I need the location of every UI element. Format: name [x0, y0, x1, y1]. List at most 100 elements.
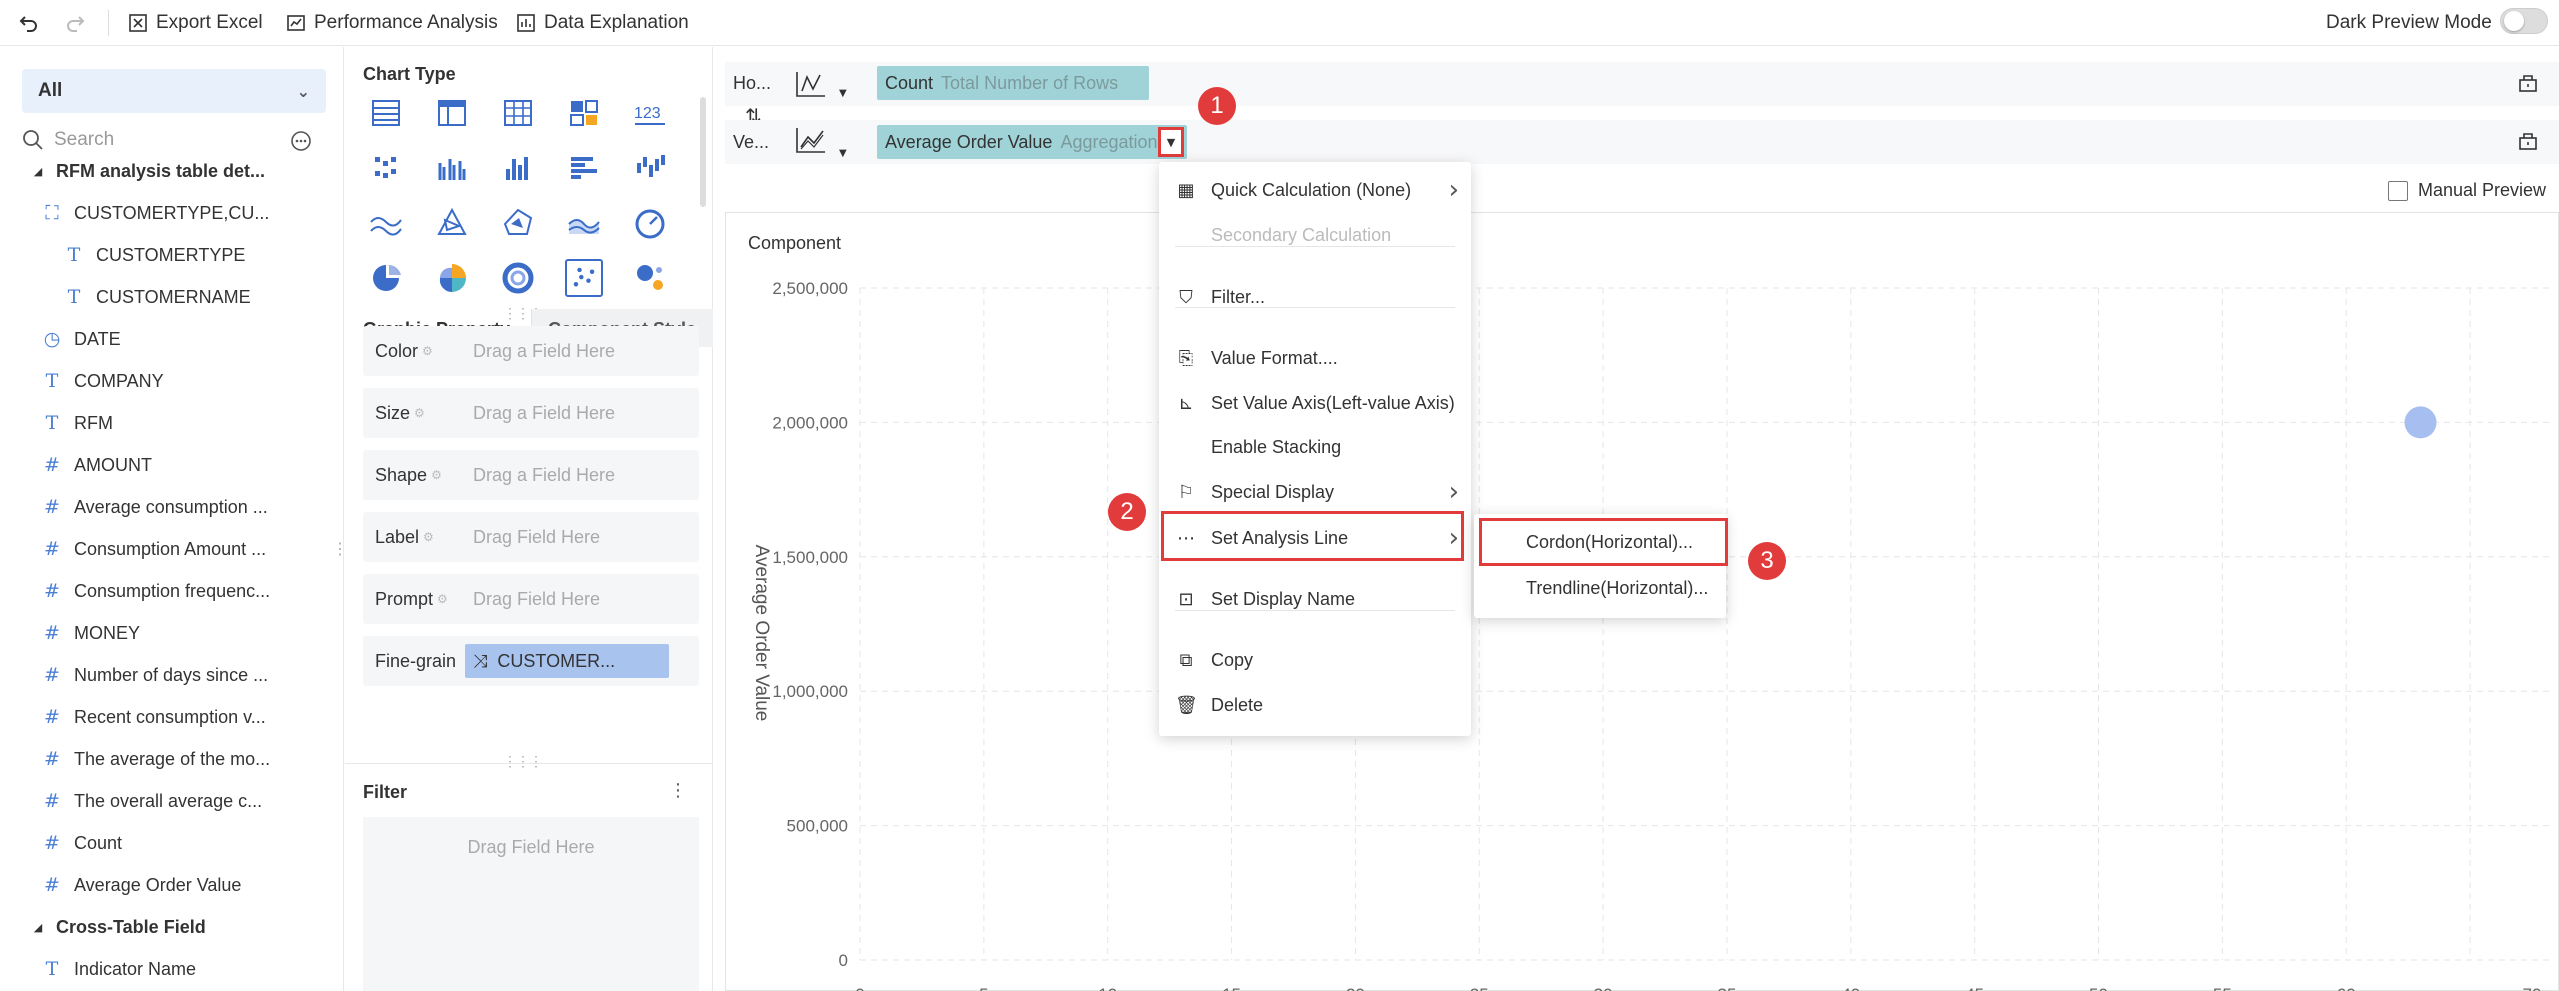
- field-item[interactable]: T Indicator Name: [42, 952, 196, 986]
- data-explanation-button[interactable]: Data Explanation: [516, 8, 689, 38]
- line-chart-icon[interactable]: [367, 204, 405, 242]
- field-item[interactable]: ◢ RFM analysis table det...: [32, 154, 265, 188]
- menu-item[interactable]: ⛉ Filter...: [1159, 277, 1471, 317]
- horizontal-axis-shelf[interactable]: Ho... ▼ Count Total Number of Rows: [725, 62, 2559, 106]
- field-item[interactable]: # Recent consumption v...: [42, 700, 266, 734]
- menu-item[interactable]: 🗑 Delete: [1159, 685, 1471, 725]
- menu-divider: [1175, 246, 1455, 247]
- menu-item[interactable]: ⧉ Copy: [1159, 640, 1471, 680]
- field-search[interactable]: Search: [22, 125, 322, 155]
- field-item[interactable]: # Consumption frequenc...: [42, 574, 270, 608]
- bubble-chart-icon[interactable]: [631, 259, 669, 297]
- export-excel-button[interactable]: Export Excel: [128, 8, 263, 38]
- bar-chart-icon[interactable]: [499, 149, 537, 187]
- field-item[interactable]: T COMPANY: [42, 364, 164, 398]
- vertical-axis-type-dropdown-icon[interactable]: ▼: [839, 148, 847, 159]
- filter-more-icon[interactable]: ⋮: [669, 780, 687, 801]
- vertical-axis-shelf[interactable]: Ve... ▼ Average Order Value Aggregation: [725, 120, 2559, 164]
- field-item[interactable]: ◢ Cross-Table Field: [32, 910, 206, 944]
- vertical-axis-settings-icon[interactable]: [2517, 130, 2539, 157]
- field-item[interactable]: # The overall average c...: [42, 784, 262, 818]
- property-row[interactable]: Size ⚙ Drag a Field Here: [363, 388, 699, 438]
- x-tick-label: 15: [1222, 985, 1241, 991]
- undo-icon[interactable]: [18, 8, 40, 38]
- field-item[interactable]: # Number of days since ...: [42, 658, 268, 692]
- field-item[interactable]: # AMOUNT: [42, 448, 152, 482]
- redo-icon[interactable]: [64, 8, 86, 38]
- property-row[interactable]: Color ⚙ Drag a Field Here: [363, 326, 699, 376]
- more-options-icon[interactable]: [290, 130, 312, 157]
- submenu-item-label: Trendline(Horizontal)...: [1526, 577, 1709, 598]
- grouped-scatter-icon[interactable]: [367, 149, 405, 187]
- field-item[interactable]: # The average of the mo...: [42, 742, 270, 776]
- menu-item[interactable]: ⎘ Value Format....: [1159, 338, 1471, 378]
- field-item[interactable]: ◷ DATE: [42, 322, 121, 356]
- property-label: Shape: [375, 464, 428, 485]
- polar-icon[interactable]: [499, 204, 537, 242]
- detail-table-icon[interactable]: [499, 94, 537, 132]
- manual-preview-checkbox[interactable]: [2388, 180, 2408, 201]
- dark-preview-toggle[interactable]: [2500, 8, 2548, 34]
- submenu-item[interactable]: Trendline(Horizontal)...: [1474, 568, 1726, 608]
- donut-chart-icon[interactable]: [499, 259, 537, 297]
- rose-chart-icon[interactable]: [433, 259, 471, 297]
- property-row[interactable]: Shape ⚙ Drag a Field Here: [363, 450, 699, 500]
- hash-icon: #: [44, 706, 60, 728]
- number-card-icon[interactable]: 123: [631, 94, 669, 132]
- field-item[interactable]: # Average Order Value: [42, 868, 241, 902]
- field-item[interactable]: T CUSTOMERTYPE: [64, 238, 246, 272]
- vertical-axis-type-icon[interactable]: [793, 125, 829, 160]
- table-icon[interactable]: [367, 94, 405, 132]
- hash-icon: #: [44, 664, 60, 686]
- property-settings-icon[interactable]: ⚙: [431, 468, 442, 482]
- field-item[interactable]: T CUSTOMERNAME: [64, 280, 251, 314]
- horizontal-axis-type-dropdown-icon[interactable]: ▼: [839, 88, 847, 99]
- field-item[interactable]: T RFM: [42, 406, 113, 440]
- average-order-value-pill[interactable]: Average Order Value Aggregation: [877, 125, 1187, 159]
- grouped-bar-icon[interactable]: [433, 149, 471, 187]
- pie-chart-icon[interactable]: [367, 259, 405, 297]
- property-settings-icon[interactable]: ⚙: [437, 592, 448, 606]
- field-item[interactable]: # Count: [42, 826, 122, 860]
- field-item[interactable]: # MONEY: [42, 616, 140, 650]
- field-item[interactable]: # Average consumption ...: [42, 490, 268, 524]
- property-row[interactable]: Label ⚙ Drag Field Here: [363, 512, 699, 562]
- menu-item[interactable]: ▦ Quick Calculation (None) ›: [1159, 170, 1471, 210]
- filter-drop-zone[interactable]: Drag Field Here: [363, 817, 699, 991]
- property-row[interactable]: Fine-grain ⤨ CUSTOMER...: [363, 636, 699, 686]
- cross-table-icon[interactable]: [433, 94, 471, 132]
- field-item[interactable]: # Consumption Amount ...: [42, 532, 266, 566]
- pill-dropdown-button[interactable]: ▼: [1158, 127, 1184, 157]
- field-item-label: Average Order Value: [74, 874, 242, 895]
- area-chart-icon[interactable]: [565, 204, 603, 242]
- waterfall-icon[interactable]: [631, 149, 669, 187]
- scatter-point[interactable]: [2404, 406, 2437, 439]
- menu-item[interactable]: ⊡ Set Display Name: [1159, 579, 1471, 619]
- gauge-icon[interactable]: [631, 204, 669, 242]
- menu-item[interactable]: ⚐ Special Display ›: [1159, 472, 1471, 512]
- section-drag-handle-2[interactable]: ⋮⋮⋮: [503, 753, 543, 770]
- field-item[interactable]: ⛶ CUSTOMERTYPE,CU...: [42, 196, 269, 230]
- dataset-selector[interactable]: All ⌄: [22, 69, 326, 113]
- excel-icon: [129, 14, 147, 32]
- field-item-label: Average consumption ...: [74, 496, 268, 517]
- property-settings-icon[interactable]: ⚙: [422, 344, 433, 358]
- menu-item[interactable]: ⊾ Set Value Axis(Left-value Axis): [1159, 383, 1471, 423]
- radar-icon[interactable]: [433, 204, 471, 242]
- chart-type-scrollbar[interactable]: [700, 97, 706, 207]
- horizontal-axis-settings-icon[interactable]: [2517, 72, 2539, 99]
- horizontal-bar-icon[interactable]: [565, 149, 603, 187]
- performance-analysis-button[interactable]: Performance Analysis: [286, 8, 498, 38]
- pivot-icon[interactable]: [565, 94, 603, 132]
- manual-preview-option[interactable]: Manual Preview: [2388, 180, 2546, 201]
- count-field-pill[interactable]: Count Total Number of Rows: [877, 66, 1149, 100]
- menu-item[interactable]: Enable Stacking: [1159, 427, 1471, 467]
- property-settings-icon[interactable]: ⚙: [423, 530, 434, 544]
- scatter-chart-icon[interactable]: [565, 259, 603, 297]
- property-settings-icon[interactable]: ⚙: [414, 406, 425, 420]
- fine-grain-field-pill[interactable]: ⤨ CUSTOMER...: [465, 644, 669, 678]
- horizontal-axis-type-icon[interactable]: [793, 69, 829, 104]
- property-row[interactable]: Prompt ⚙ Drag Field Here: [363, 574, 699, 624]
- step-marker-2: 2: [1108, 493, 1146, 531]
- property-label: Label: [375, 526, 420, 547]
